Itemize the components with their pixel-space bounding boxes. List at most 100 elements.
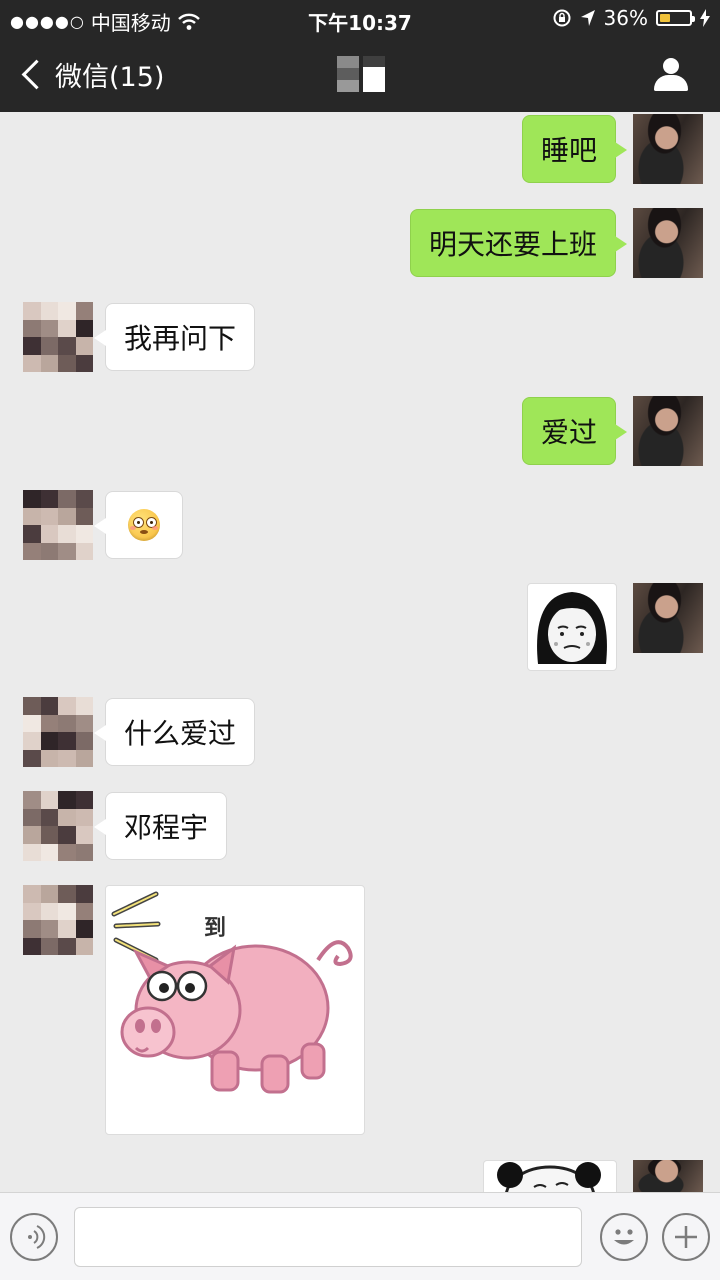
incoming-message[interactable]: 什么爱过 xyxy=(93,698,256,766)
avatar-mosaic-tile xyxy=(58,920,76,938)
incoming-message[interactable]: 我再问下 xyxy=(93,303,256,371)
plus-icon xyxy=(675,1226,697,1248)
pig-sticker[interactable]: 到 xyxy=(105,885,365,1135)
voice-icon xyxy=(28,1225,46,1249)
my-avatar[interactable] xyxy=(633,583,703,653)
avatar-mosaic-tile xyxy=(23,920,41,938)
meme-face-girl-sticker[interactable] xyxy=(527,583,617,671)
avatar-mosaic-tile xyxy=(23,354,41,372)
avatar-mosaic-tile xyxy=(40,337,58,355)
avatar-mosaic-tile xyxy=(40,507,58,525)
nav-bar: 微信(15) xyxy=(0,38,720,112)
avatar-mosaic-tile xyxy=(40,714,58,732)
avatar-mosaic-tile xyxy=(40,749,58,767)
my-avatar[interactable] xyxy=(633,1160,703,1192)
avatar-mosaic-tile xyxy=(58,791,76,809)
contact-avatar[interactable] xyxy=(23,885,93,955)
contact-avatar[interactable] xyxy=(23,302,93,372)
avatar-mosaic-tile xyxy=(23,937,41,955)
location-arrow-icon xyxy=(580,10,595,26)
avatar-mosaic-tile xyxy=(40,490,58,508)
avatar-mosaic-tile xyxy=(58,354,76,372)
avatar-mosaic-tile xyxy=(58,697,76,715)
outgoing-message[interactable]: 明天还要上班 xyxy=(409,209,628,277)
avatar-mosaic-tile xyxy=(40,808,58,826)
avatar-mosaic-tile xyxy=(75,490,93,508)
avatar-mosaic-tile xyxy=(40,354,58,372)
avatar-mosaic-tile xyxy=(58,319,76,337)
avatar-mosaic-tile xyxy=(40,843,58,861)
avatar-mosaic-tile xyxy=(75,354,93,372)
chat-info-button[interactable] xyxy=(654,58,688,92)
avatar-mosaic-tile xyxy=(40,302,58,320)
avatar-mosaic-tile xyxy=(23,791,41,809)
avatar-mosaic-tile xyxy=(75,732,93,750)
avatar-mosaic-tile xyxy=(75,714,93,732)
avatar-mosaic-tile xyxy=(23,525,41,543)
avatar-mosaic-tile xyxy=(75,843,93,861)
avatar-mosaic-tile xyxy=(23,885,41,903)
avatar-mosaic-tile xyxy=(40,319,58,337)
contact-avatar[interactable] xyxy=(23,697,93,767)
outgoing-message[interactable]: 爱过 xyxy=(521,397,628,465)
avatar-mosaic-tile xyxy=(23,302,41,320)
avatar-mosaic-tile xyxy=(58,902,76,920)
avatar-mosaic-tile xyxy=(58,749,76,767)
emoji-button[interactable] xyxy=(600,1213,648,1261)
avatar-mosaic-tile xyxy=(75,885,93,903)
avatar-mosaic-tile xyxy=(75,507,93,525)
avatar-mosaic-tile xyxy=(75,791,93,809)
avatar-mosaic-tile xyxy=(23,714,41,732)
battery-icon xyxy=(656,10,695,26)
avatar-mosaic-tile xyxy=(23,319,41,337)
avatar-mosaic-tile xyxy=(58,507,76,525)
contact-avatar[interactable] xyxy=(23,490,93,560)
avatar-mosaic-tile xyxy=(23,826,41,844)
voice-button[interactable] xyxy=(10,1213,58,1261)
avatar-mosaic-tile xyxy=(40,525,58,543)
input-bar xyxy=(0,1192,720,1280)
outgoing-message[interactable]: 睡吧 xyxy=(521,115,628,183)
chevron-left-icon xyxy=(21,59,52,90)
avatar-mosaic-tile xyxy=(23,697,41,715)
charging-bolt-icon xyxy=(700,9,710,27)
avatar-mosaic-tile xyxy=(58,843,76,861)
avatar-mosaic-tile xyxy=(23,337,41,355)
panda-meme-sticker[interactable] xyxy=(483,1160,617,1192)
avatar-mosaic-tile xyxy=(23,843,41,861)
avatar-mosaic-tile xyxy=(23,490,41,508)
avatar-mosaic-tile xyxy=(40,542,58,560)
contact-avatar[interactable] xyxy=(23,791,93,861)
avatar-mosaic-tile xyxy=(58,808,76,826)
message-input[interactable] xyxy=(74,1207,582,1267)
avatar-mosaic-tile xyxy=(75,697,93,715)
my-avatar[interactable] xyxy=(633,114,703,184)
avatar-mosaic-tile xyxy=(23,507,41,525)
avatar-mosaic-tile xyxy=(58,525,76,543)
my-avatar[interactable] xyxy=(633,396,703,466)
avatar-mosaic-tile xyxy=(40,826,58,844)
sticker-caption: 到 xyxy=(204,916,227,941)
more-button[interactable] xyxy=(662,1213,710,1261)
avatar-mosaic-tile xyxy=(40,902,58,920)
avatar-mosaic-tile xyxy=(75,302,93,320)
avatar-mosaic-tile xyxy=(75,749,93,767)
battery-percent: 36% xyxy=(603,6,648,30)
avatar-mosaic-tile xyxy=(40,937,58,955)
avatar-mosaic-tile xyxy=(58,937,76,955)
avatar-mosaic-tile xyxy=(23,808,41,826)
avatar-mosaic-tile xyxy=(75,920,93,938)
avatar-mosaic-tile xyxy=(23,902,41,920)
chat-title-pixelated xyxy=(337,56,385,92)
avatar-mosaic-tile xyxy=(40,791,58,809)
avatar-mosaic-tile xyxy=(40,697,58,715)
rotation-lock-icon xyxy=(553,9,571,27)
flushed-face-emoji xyxy=(128,509,160,541)
incoming-message[interactable]: 邓程宇 xyxy=(93,792,228,860)
avatar-mosaic-tile xyxy=(58,337,76,355)
avatar-mosaic-tile xyxy=(58,542,76,560)
avatar-mosaic-tile xyxy=(75,337,93,355)
incoming-emoji-message[interactable] xyxy=(94,491,183,559)
my-avatar[interactable] xyxy=(633,208,703,278)
back-button[interactable]: 微信(15) xyxy=(20,55,164,94)
